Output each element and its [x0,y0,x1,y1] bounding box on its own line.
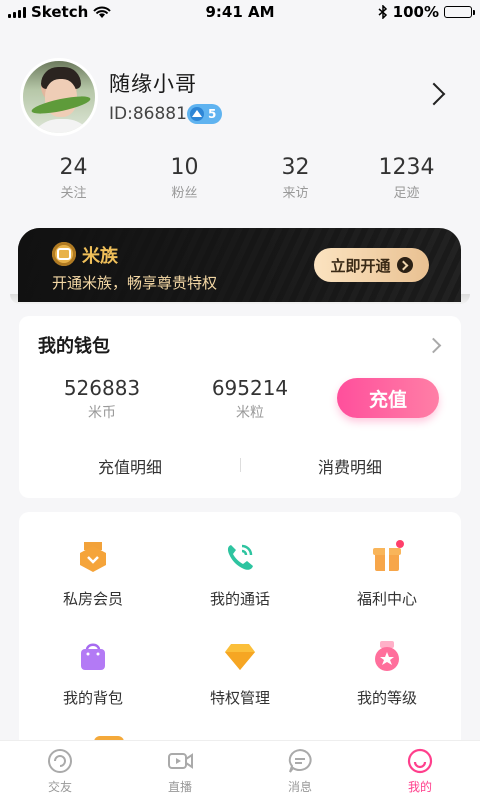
feature-label: 私房会员 [62,590,123,608]
vip-crown-icon [52,242,76,266]
me-icon [407,748,433,774]
avatar[interactable] [20,58,98,136]
battery-icon [444,6,475,18]
user-name: 随缘小哥 [109,72,197,96]
stats-row: 24 关注 10 粉丝 32 来访 1234 足迹 [18,155,462,207]
tab-label: 直播 [167,780,192,794]
tab-label: 交友 [47,780,72,794]
feature-label: 我的等级 [356,689,417,707]
stat-value: 24 [59,155,88,180]
tab-bar: 交友 直播 消息 我的 [0,740,480,801]
stat-label: 足迹 [393,186,420,201]
feature-my-bag[interactable]: 我的背包 [23,639,163,708]
level-icon [375,641,399,671]
tab-label: 消息 [287,780,312,794]
spend-detail-link[interactable]: 消费明细 [255,454,445,478]
vip-banner[interactable]: 米族 开通米族，畅享尊贵特权 立即开通 [18,228,461,302]
feature-grid: 私房会员 我的通话 福利中心 我的背包 特权管理 我的等级 [19,512,461,752]
stat-value: 32 [281,155,310,180]
level-badge: 5 [187,104,223,124]
live-icon [168,753,193,769]
feature-welfare-center[interactable]: 福利中心 [317,540,457,609]
phone-icon [227,544,253,570]
recharge-detail-link[interactable]: 充值明细 [35,454,225,478]
stat-label: 来访 [282,186,309,201]
grains-label: 米粒 [236,405,264,421]
tab-me[interactable]: 我的 [360,741,480,801]
tab-friends[interactable]: 交友 [0,741,120,801]
recharge-button[interactable]: 充值 [337,378,439,418]
arrow-right-circle-icon [396,257,413,273]
medal-icon [80,542,106,572]
wallet-title: 我的钱包 [38,336,110,357]
signal-icon [8,6,26,18]
diamond-icon [225,644,255,670]
wallet-grains[interactable]: 695214 米粒 [185,376,315,422]
battery-percent: 100% [392,3,439,21]
feature-label: 我的背包 [62,689,123,707]
wallet-card: 我的钱包 526883 米币 695214 米粒 充值 充值明细 消费明细 [19,316,461,498]
status-bar: Sketch 9:41 AM 100% [0,0,480,24]
stat-label: 关注 [60,186,87,201]
stat-value: 10 [170,155,199,180]
feature-private-member[interactable]: 私房会员 [23,540,163,609]
feature-label: 特权管理 [209,689,270,707]
vip-open-button[interactable]: 立即开通 [314,248,429,282]
stat-following[interactable]: 24 关注 [18,155,129,207]
feature-label: 福利中心 [356,590,417,608]
grains-value: 695214 [211,376,289,400]
carrier-label: Sketch [31,3,89,21]
feature-privilege-management[interactable]: 特权管理 [170,639,310,708]
stat-footprints[interactable]: 1234 足迹 [351,155,462,207]
stat-value: 1234 [378,155,435,180]
feature-my-calls[interactable]: 我的通话 [170,540,310,609]
tab-messages[interactable]: 消息 [240,741,360,801]
stat-visitors[interactable]: 32 来访 [240,155,351,207]
wallet-coins[interactable]: 526883 米币 [37,376,167,422]
vip-title: 米族 [82,246,118,267]
profile-header[interactable]: 随缘小哥 ID:86881 5 [20,58,460,138]
tab-live[interactable]: 直播 [120,741,240,801]
vip-subtitle: 开通米族，畅享尊贵特权 [52,274,218,292]
bluetooth-icon [378,5,387,19]
message-icon [288,748,312,773]
wifi-icon [93,6,112,18]
feature-label: 我的通话 [209,590,270,608]
chevron-right-icon[interactable] [425,337,442,354]
divider [240,458,241,472]
vip-open-label: 立即开通 [330,256,391,275]
coins-label: 米币 [88,405,116,421]
level-arrow-icon [190,107,204,121]
bag-icon [81,643,105,670]
level-number: 5 [208,107,217,121]
tab-label: 我的 [407,780,432,794]
coins-value: 526883 [63,376,141,400]
stat-fans[interactable]: 10 粉丝 [129,155,240,207]
user-id: ID:86881 [109,104,187,124]
feature-my-level[interactable]: 我的等级 [317,639,457,708]
stat-label: 粉丝 [171,186,198,201]
friends-icon [48,749,72,773]
gift-icon [373,540,404,571]
chevron-right-icon[interactable] [422,82,446,106]
